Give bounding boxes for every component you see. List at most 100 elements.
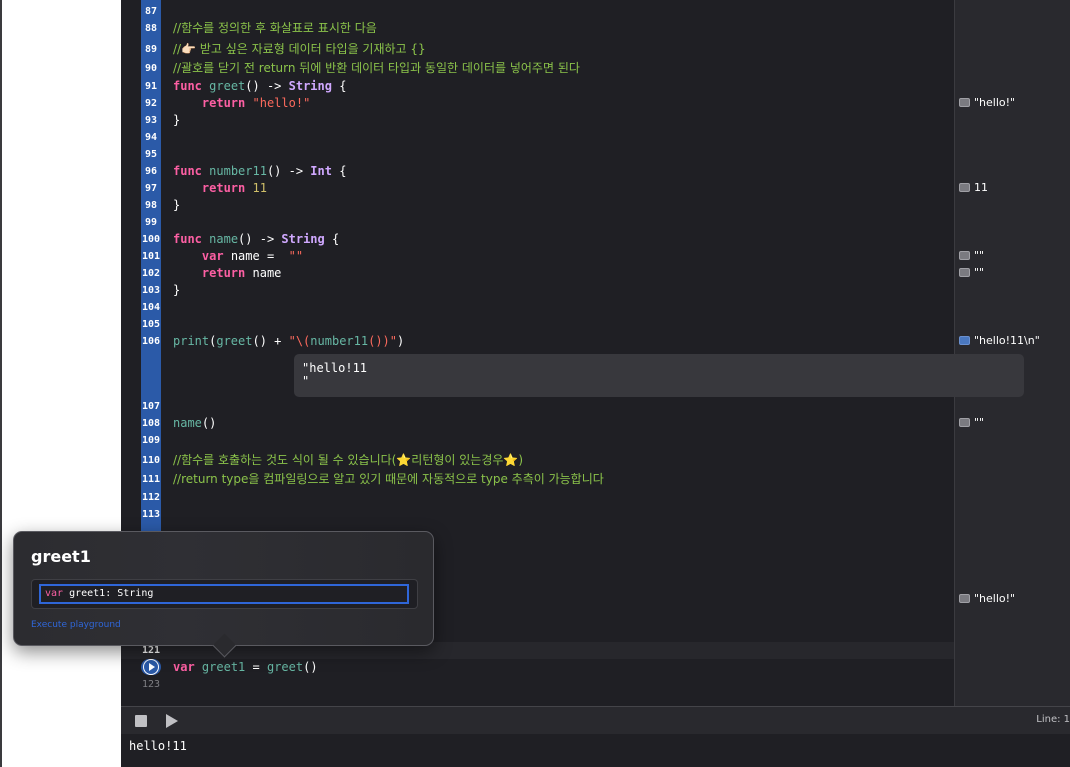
code-line-109[interactable]: 109 [121, 432, 954, 449]
punct: { [331, 164, 347, 178]
comment: //return type을 컴파일링으로 알고 있기 때문에 자동적으로 ty… [173, 472, 604, 486]
line-number: 96 [144, 166, 158, 177]
identifier: name [245, 266, 282, 280]
code-line-95[interactable]: 95 [121, 146, 954, 163]
result-value[interactable]: "" [959, 247, 984, 264]
code-line-101[interactable]: 101 var name = "" [121, 248, 954, 265]
console-area[interactable]: hello!11 [121, 734, 1070, 767]
line-code: return "hello!" [173, 95, 310, 112]
line-number: 108 [141, 418, 161, 429]
line-code: name() [173, 415, 216, 432]
quick-look-icon[interactable] [959, 594, 970, 603]
quick-look-icon[interactable] [959, 183, 970, 192]
code-line-96[interactable]: 96 func number11() -> Int { [121, 163, 954, 180]
run-line-button[interactable] [141, 659, 161, 675]
line-number: 89 [144, 44, 158, 55]
type-name: String [281, 232, 325, 246]
code-line-104[interactable]: 104 [121, 299, 954, 316]
function-call: print [173, 334, 210, 348]
code-line-112[interactable]: 112 [121, 489, 954, 506]
string-literal: ())" [368, 334, 397, 348]
code-line-103[interactable]: 103} [121, 282, 954, 299]
code-line-106[interactable]: 106 print(greet() + "\(number11())") [121, 333, 954, 350]
code-line-97[interactable]: 97 return 11 [121, 180, 954, 197]
execute-playground-link[interactable]: Execute playground [31, 620, 121, 630]
result-text: "" [974, 266, 985, 279]
string-literal: "\( [288, 334, 311, 348]
keyword: var [201, 249, 224, 263]
code-line-88[interactable]: 88 //함수를 정의한 후 화살표로 표시한 다음 [121, 20, 954, 37]
code-line-110[interactable]: 110 //함수를 호출하는 것도 식이 될 수 있습니다(⭐리턴형이 있는경우⭐… [121, 452, 954, 469]
result-value[interactable]: "" [959, 264, 984, 281]
code-line-92[interactable]: 92 return "hello!" [121, 95, 954, 112]
result-text: "hello!" [974, 592, 1016, 605]
line-number: 87 [144, 6, 158, 17]
code-line-108[interactable]: 108 name() [121, 415, 954, 432]
quick-look-icon[interactable] [959, 98, 970, 107]
punct: () [303, 660, 318, 674]
number-literal: 11 [252, 181, 267, 195]
code-line-105[interactable]: 105 [121, 316, 954, 333]
code-line-89[interactable]: 89 //👉🏻 받고 싶은 자료형 데이터 타입을 기재하고 {} [121, 41, 954, 58]
code-line-99[interactable]: 99 [121, 214, 954, 231]
inline-output-box: "hello!11 " [294, 354, 1024, 397]
string-literal: "" [288, 249, 304, 263]
quick-help-popover: greet1 var greet1: String Execute playgr… [13, 531, 434, 646]
line-number: 99 [144, 217, 158, 228]
brace: } [173, 283, 181, 297]
result-value[interactable]: "hello!11\n" [959, 332, 1040, 349]
punct: ) [397, 334, 405, 348]
code-line-111[interactable]: 111 //return type을 컴파일링으로 알고 있기 때문에 자동적으로… [121, 471, 954, 488]
quick-look-icon[interactable] [959, 268, 970, 277]
keyword: return [201, 181, 246, 195]
punct: () -> [266, 164, 311, 178]
line-number: 93 [144, 115, 158, 126]
code-line-93[interactable]: 93} [121, 112, 954, 129]
play-button[interactable] [166, 714, 178, 728]
code-line-87[interactable]: 87 [121, 3, 954, 20]
line-code: //return type을 컴파일링으로 알고 있기 때문에 자동적으로 ty… [173, 471, 604, 488]
result-value[interactable]: "hello!" [959, 94, 1015, 111]
result-value[interactable]: "hello!" [959, 590, 1015, 607]
line-code: //괄호를 닫기 전 return 뒤에 반환 데이터 타입과 동일한 데이터를… [173, 60, 580, 77]
declaration-field[interactable]: var greet1: String [39, 584, 409, 604]
line-number: 123 [141, 679, 161, 690]
code-line-90[interactable]: 90 //괄호를 닫기 전 return 뒤에 반환 데이터 타입과 동일한 데이… [121, 60, 954, 77]
declaration-box: var greet1: String [31, 579, 418, 609]
result-value[interactable]: 11 [959, 179, 988, 196]
code-line-113[interactable]: 113 [121, 506, 954, 523]
line-code: //함수를 호출하는 것도 식이 될 수 있습니다(⭐리턴형이 있는경우⭐) [173, 452, 523, 469]
line-number: 100 [141, 234, 161, 245]
quick-look-icon[interactable] [959, 336, 970, 345]
line-code: func greet() -> String { [173, 78, 346, 95]
popover-title: greet1 [31, 547, 91, 566]
code-line-122[interactable]: var greet1 = greet() [121, 659, 954, 676]
keyword: return [201, 266, 246, 280]
function-name: greet [209, 79, 246, 93]
stop-button[interactable] [135, 715, 147, 727]
line-number: 91 [144, 81, 158, 92]
type-name: String [288, 79, 332, 93]
code-line-91[interactable]: 91 func greet() -> String { [121, 78, 954, 95]
quick-look-icon[interactable] [959, 418, 970, 427]
code-line-98[interactable]: 98} [121, 197, 954, 214]
line-code: } [173, 197, 180, 214]
quick-look-icon[interactable] [959, 251, 970, 260]
line-number: 107 [141, 401, 161, 412]
debug-toolbar: Line: 1 [121, 706, 1070, 734]
keyword: func [173, 232, 202, 246]
string-literal: "hello!" [252, 96, 311, 110]
code-line-100[interactable]: 100 func name() -> String { [121, 231, 954, 248]
code-line-123[interactable]: 123 [121, 676, 954, 693]
brace: } [173, 113, 181, 127]
code-line-94[interactable]: 94 [121, 129, 954, 146]
result-value[interactable]: "" [959, 414, 984, 431]
line-code: //함수를 정의한 후 화살표로 표시한 다음 [173, 20, 377, 37]
line-code: //👉🏻 받고 싶은 자료형 데이터 타입을 기재하고 {} [173, 41, 426, 58]
function-call: number11 [310, 334, 369, 348]
code-line-107[interactable]: 107 [121, 398, 954, 415]
code-line-102[interactable]: 102 return name [121, 265, 954, 282]
